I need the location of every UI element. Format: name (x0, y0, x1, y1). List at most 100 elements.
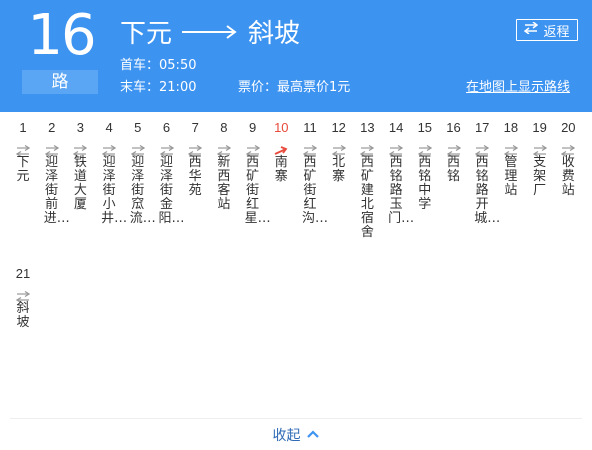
stop-number: 5 (134, 120, 142, 135)
stop-item[interactable]: 3 铁道大厦 (66, 120, 94, 212)
current-position-arrow-icon (274, 142, 288, 155)
stop-number: 19 (532, 120, 547, 135)
stop-number: 15 (417, 120, 433, 135)
swap-arrows-icon (532, 142, 547, 158)
stop-item[interactable]: 8 新西客站 (210, 120, 238, 212)
return-label: 返程 (543, 24, 570, 40)
stop-name: 铁道大厦 (73, 155, 87, 212)
stop-number: 17 (474, 120, 490, 135)
swap-arrows-icon (331, 142, 346, 158)
stop-list: 1 下元 2 迎泽街前进… 3 铁道大厦 4 迎泽街小井… 5 迎泽街窊流… 6 迎泽街金阳… 7 西华苑… (0, 112, 592, 412)
return-trip-button[interactable]: 返程 (516, 19, 578, 41)
swap-arrows-icon (503, 142, 519, 158)
swap-arrows-icon (216, 142, 232, 158)
stop-item[interactable]: 21 斜坡 (9, 266, 37, 330)
route-header: 16 路 下元 斜坡 返程 首车：05:50 末车：21:00 票价：最高票价1… (0, 0, 592, 112)
stop-number: 16 (446, 120, 461, 135)
last-bus-time: 21:00 (159, 80, 197, 95)
swap-arrows-icon (245, 142, 260, 158)
stop-number: 10 (274, 120, 289, 135)
stop-number: 9 (248, 120, 257, 135)
stop-number: 21 (15, 266, 31, 281)
swap-arrows-icon (302, 142, 318, 158)
stop-item[interactable]: 2 迎泽街前进… (38, 120, 70, 226)
stop-item[interactable]: 16 西铭 (440, 120, 468, 184)
stop-number: 13 (360, 120, 375, 135)
stop-item[interactable]: 10 南寨 (267, 120, 295, 184)
stop-number: 7 (191, 120, 199, 135)
stop-name: 斜坡 (16, 301, 30, 330)
stop-name: 支架厂 (533, 155, 547, 198)
swap-arrows-icon (446, 142, 461, 158)
chevron-up-icon (306, 427, 320, 443)
fare-text: 最高票价1元 (277, 80, 351, 95)
stop-name: 北寨 (332, 155, 346, 184)
stop-number: 18 (503, 120, 519, 135)
stop-name: 新西客站 (217, 155, 231, 212)
route-number: 16 (27, 3, 96, 68)
swap-arrows-icon (44, 142, 59, 158)
swap-arrows-icon (561, 142, 576, 158)
stop-name: 西铭路玉门… (388, 155, 415, 226)
stop-item[interactable]: 1 下元 (9, 120, 37, 184)
stop-name: 西铭路开城… (474, 155, 501, 226)
stop-item[interactable]: 4 迎泽街小井… (95, 120, 128, 226)
swap-arrows-icon (15, 142, 31, 158)
stop-name: 管理站 (504, 155, 518, 198)
stop-item[interactable]: 7 西华苑 (181, 120, 209, 198)
stop-number: 6 (162, 120, 171, 135)
swap-arrows-icon (475, 142, 490, 158)
long-arrow-right-icon (182, 16, 238, 46)
stop-item[interactable]: 18 管理站 (497, 120, 525, 198)
stop-name: 西矿街红沟… (302, 155, 329, 226)
swap-arrows-icon (15, 288, 31, 304)
swap-arrows-icon (388, 142, 404, 158)
stop-name: 西铭中学 (418, 155, 432, 212)
stop-number: 4 (105, 120, 113, 135)
last-bus-label: 末车： (120, 80, 160, 95)
stop-name: 迎泽街前进… (43, 155, 70, 226)
fare-label: 票价： (238, 80, 278, 95)
swap-arrows-icon (417, 142, 432, 158)
swap-arrows-icon (130, 142, 145, 158)
stop-name: 西矿建北宿舍 (360, 155, 374, 240)
swap-arrows-icon (524, 21, 539, 38)
stop-item[interactable]: 20 收费站 (554, 120, 582, 198)
stop-number: 8 (220, 120, 228, 135)
route-suffix: 路 (22, 70, 98, 94)
swap-arrows-icon (188, 142, 203, 158)
first-bus-time: 05:50 (159, 58, 197, 73)
swap-arrows-icon (159, 142, 174, 158)
stop-item[interactable]: 11 西矿街红沟… (296, 120, 329, 226)
stop-item[interactable]: 17 西铭路开城… (468, 120, 501, 226)
stop-name: 迎泽街小井… (101, 155, 128, 226)
stop-number: 2 (48, 120, 56, 135)
stop-item[interactable]: 9 西矿街红星… (239, 120, 271, 226)
stop-item[interactable]: 15 西铭中学 (411, 120, 439, 212)
stop-name: 下元 (16, 155, 30, 184)
first-bus-info: 首车：05:50 (120, 57, 196, 75)
stop-number: 12 (331, 120, 346, 135)
last-bus-info: 末车：21:00 (120, 79, 196, 97)
stop-item[interactable]: 5 迎泽街窊流… (124, 120, 156, 226)
stop-item[interactable]: 14 西铭路玉门… (382, 120, 415, 226)
collapse-button[interactable]: 收起 (0, 420, 592, 450)
stop-item[interactable]: 13 西矿建北宿舍 (353, 120, 381, 240)
divider (10, 418, 582, 419)
stop-name: 收费站 (561, 155, 575, 198)
stop-number: 1 (19, 120, 27, 135)
stop-name: 西矿街红星… (244, 155, 271, 226)
swap-arrows-icon (101, 142, 117, 158)
stop-item[interactable]: 12 北寨 (325, 120, 353, 184)
origin-stop: 下元 (120, 18, 173, 49)
stop-name: 南寨 (274, 155, 288, 184)
stop-name: 西铭 (446, 155, 460, 184)
fare-info: 票价：最高票价1元 (238, 79, 350, 97)
route-title: 下元 斜坡 (120, 12, 300, 50)
first-bus-label: 首车： (120, 58, 160, 73)
stop-number: 3 (76, 120, 84, 135)
stop-name: 西华苑 (188, 155, 202, 198)
stop-item[interactable]: 19 支架厂 (526, 120, 554, 198)
stop-item[interactable]: 6 迎泽街金阳… (153, 120, 185, 226)
show-route-on-map-link[interactable]: 在地图上显示路线 (466, 79, 570, 97)
